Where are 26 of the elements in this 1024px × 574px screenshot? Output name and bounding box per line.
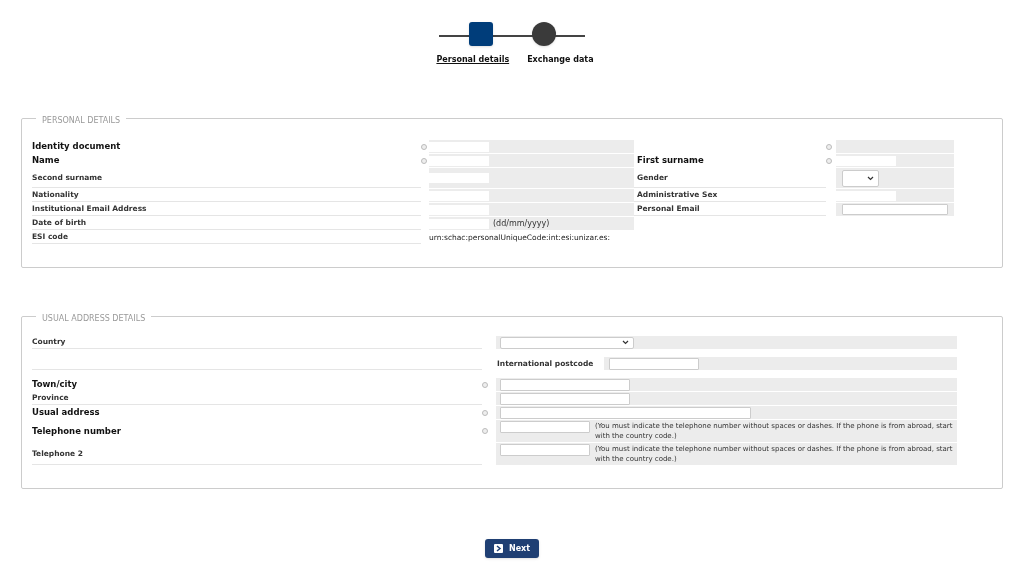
country-select[interactable]	[500, 336, 634, 349]
text-input[interactable]	[500, 378, 630, 391]
field-label: Town/city	[32, 378, 78, 391]
email-input[interactable]	[842, 204, 948, 215]
section-title: PERSONAL DETAILS	[42, 116, 121, 125]
chevron-right-icon	[493, 544, 503, 553]
next-button[interactable]: Next	[484, 539, 540, 558]
step-marker[interactable]	[531, 22, 556, 46]
caret-icon	[867, 175, 874, 181]
field-label: Usual address	[32, 406, 100, 419]
gender-select[interactable]	[842, 169, 879, 187]
date-format-hint: (dd/mm/yyyy)	[493, 217, 550, 230]
text-input[interactable]	[500, 406, 751, 419]
postcode-input[interactable]	[609, 357, 699, 370]
text-input[interactable]	[500, 392, 630, 405]
field-label: Identity document	[32, 140, 121, 153]
step-marker[interactable]	[468, 22, 493, 46]
caret-icon	[622, 340, 629, 345]
telephone-input[interactable]	[500, 421, 590, 433]
step-label[interactable]: Exchange data	[527, 54, 594, 66]
field-label: First surname	[637, 154, 704, 167]
step-label[interactable]: Personal details	[436, 54, 510, 66]
field-label: Name	[32, 154, 60, 167]
telephone-input[interactable]	[500, 444, 590, 456]
section-title: USUAL ADDRESS DETAILS	[42, 314, 146, 323]
field-label: Telephone number	[32, 424, 121, 438]
